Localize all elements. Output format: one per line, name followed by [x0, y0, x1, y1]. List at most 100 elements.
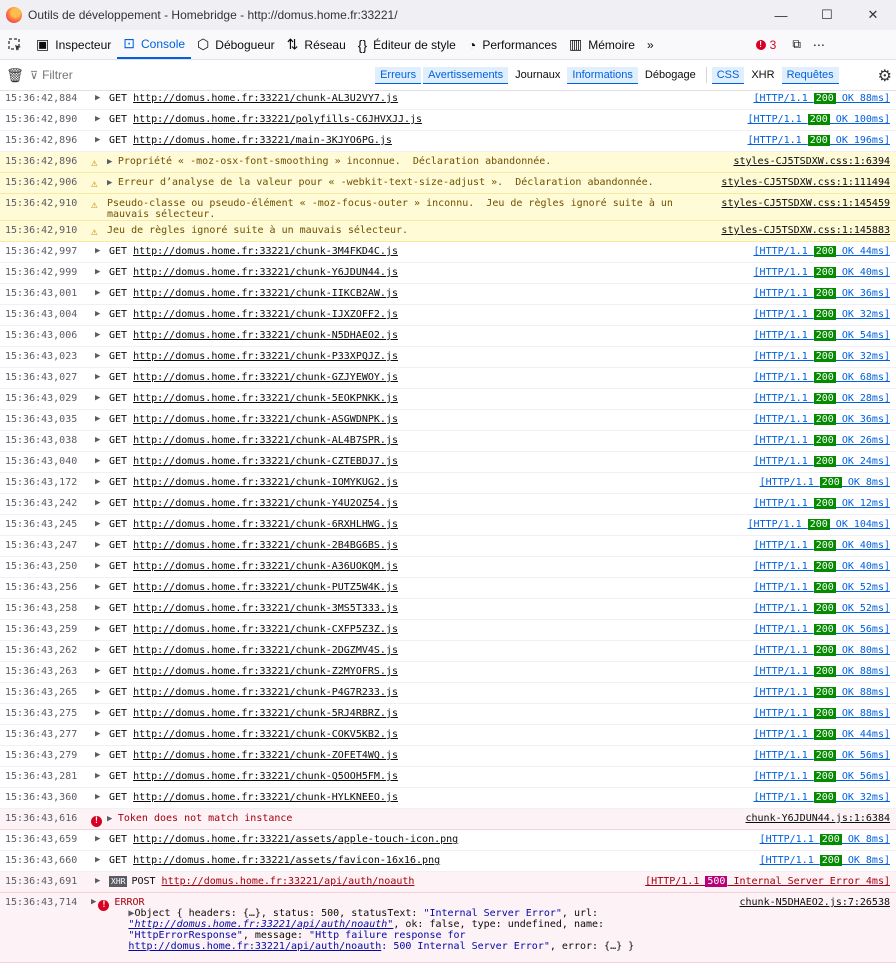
request-status-link[interactable]: [HTTP/1.1 200 OK 88ms] — [754, 687, 890, 698]
tab-performances[interactable]: ◔ Performances — [462, 30, 563, 59]
request-status-link[interactable]: [HTTP/1.1 200 OK 80ms] — [754, 645, 890, 656]
expand-arrow-icon[interactable]: ▶ — [91, 351, 109, 361]
request-url-link[interactable]: http://domus.home.fr:33221/chunk-ZOFET4W… — [133, 750, 398, 761]
expand-arrow-icon[interactable]: ▶ — [91, 834, 109, 844]
request-url-link[interactable]: http://domus.home.fr:33221/chunk-HYLKNEE… — [133, 792, 398, 803]
request-status-link[interactable]: [HTTP/1.1 200 OK 68ms] — [754, 372, 890, 383]
filter-warnings-button[interactable]: Avertissements — [423, 66, 509, 84]
request-url-link[interactable]: http://domus.home.fr:33221/chunk-P33XPQJ… — [133, 351, 398, 362]
request-status-link[interactable]: [HTTP/1.1 200 OK 44ms] — [754, 729, 890, 740]
request-status-link[interactable]: [HTTP/1.1 200 OK 8ms] — [760, 834, 890, 845]
request-url-link[interactable]: http://domus.home.fr:33221/chunk-GZJYEWO… — [133, 372, 398, 383]
filter-css-button[interactable]: CSS — [711, 66, 745, 84]
request-status-link[interactable]: [HTTP/1.1 200 OK 36ms] — [754, 414, 890, 425]
request-status-link[interactable]: [HTTP/1.1 200 OK 196ms] — [748, 135, 890, 146]
request-url-link[interactable]: http://domus.home.fr:33221/chunk-CXFP5Z3… — [133, 624, 398, 635]
maximize-button[interactable]: ☐ — [804, 0, 850, 30]
request-url-link[interactable]: http://domus.home.fr:33221/chunk-Q5OOH5F… — [133, 771, 398, 782]
source-location-link[interactable]: styles-CJ5TSDXW.css:1:111494 — [721, 177, 890, 188]
request-url-link[interactable]: http://domus.home.fr:33221/chunk-IOMYKUG… — [133, 477, 398, 488]
expand-arrow-icon[interactable]: ▶ — [91, 519, 109, 529]
request-url-link[interactable]: http://domus.home.fr:33221/chunk-ASGWDNP… — [133, 414, 398, 425]
expand-arrow-icon[interactable]: ▶ — [91, 135, 109, 145]
request-status-link[interactable]: [HTTP/1.1 200 OK 26ms] — [754, 435, 890, 446]
clear-console-button[interactable]: 🗑 — [0, 67, 30, 84]
overflow-menu-button[interactable]: ⋯ — [807, 30, 831, 59]
request-url-link[interactable]: http://domus.home.fr:33221/chunk-IJXZOFF… — [133, 309, 398, 320]
request-url-link[interactable]: http://domus.home.fr:33221/chunk-Y6JDUN4… — [133, 267, 398, 278]
request-url-link[interactable]: http://domus.home.fr:33221/chunk-5RJ4RBR… — [133, 708, 398, 719]
expand-arrow-icon[interactable]: ▶ — [91, 729, 109, 739]
expand-arrow-icon[interactable]: ▶ — [91, 498, 109, 508]
expand-arrow-icon[interactable]: ▶ — [91, 288, 109, 298]
request-status-link[interactable]: [HTTP/1.1 200 OK 54ms] — [754, 330, 890, 341]
request-status-link[interactable]: [HTTP/1.1 200 OK 32ms] — [754, 309, 890, 320]
expand-arrow-icon[interactable]: ▶ — [91, 666, 109, 676]
expand-arrow-icon[interactable]: ▶ — [91, 771, 109, 781]
expand-arrow-icon[interactable]: ▶ — [91, 540, 109, 550]
filter-debug-button[interactable]: Débogage — [640, 67, 701, 83]
request-status-link[interactable]: [HTTP/1.1 200 OK 100ms] — [748, 114, 890, 125]
tab-editeur-de-style[interactable]: {} Éditeur de style — [352, 30, 462, 59]
request-url-link[interactable]: http://domus.home.fr:33221/chunk-N5DHAEO… — [133, 330, 398, 341]
request-status-link[interactable]: [HTTP/1.1 200 OK 88ms] — [754, 93, 890, 104]
request-status-link[interactable]: [HTTP/1.1 200 OK 28ms] — [754, 393, 890, 404]
expand-arrow-icon[interactable]: ▶ — [91, 372, 109, 382]
request-status-link[interactable]: [HTTP/1.1 200 OK 44ms] — [754, 246, 890, 257]
request-status-link[interactable]: [HTTP/1.1 200 OK 32ms] — [754, 792, 890, 803]
request-status-link[interactable]: [HTTP/1.1 200 OK 32ms] — [754, 351, 890, 362]
more-tabs-button[interactable]: » — [641, 30, 660, 59]
object-url-link[interactable]: "http://domus.home.fr:33221/api/auth/noa… — [128, 919, 393, 930]
filter-logs-button[interactable]: Journaux — [510, 67, 565, 83]
tab-memoire[interactable]: ▥ Mémoire — [563, 30, 641, 59]
request-status-link[interactable]: [HTTP/1.1 200 OK 40ms] — [754, 267, 890, 278]
request-status-link[interactable]: [HTTP/1.1 200 OK 56ms] — [754, 624, 890, 635]
element-picker-button[interactable] — [0, 30, 30, 59]
request-url-link[interactable]: http://domus.home.fr:33221/chunk-3MS5T33… — [133, 603, 398, 614]
close-button[interactable]: ✕ — [850, 0, 896, 30]
request-url-link[interactable]: http://domus.home.fr:33221/assets/apple-… — [133, 834, 458, 845]
request-status-link[interactable]: [HTTP/1.1 500 Internal Server Error 4ms] — [645, 876, 890, 887]
source-location-link[interactable]: chunk-N5DHAEO2.js:7:26538 — [739, 897, 890, 908]
request-url-link[interactable]: http://domus.home.fr:33221/chunk-A36UOKQ… — [133, 561, 398, 572]
tab-debogueur[interactable]: ⬡ Débogueur — [191, 30, 281, 59]
tab-inspecteur[interactable]: ▣ Inspecteur — [30, 30, 117, 59]
request-url-link[interactable]: http://domus.home.fr:33221/api/auth/noau… — [162, 876, 415, 887]
expand-arrow-icon[interactable]: ▶ — [91, 645, 109, 655]
request-status-link[interactable]: [HTTP/1.1 200 OK 52ms] — [754, 603, 890, 614]
request-status-link[interactable]: [HTTP/1.1 200 OK 88ms] — [754, 708, 890, 719]
error-object-preview[interactable]: ▶Object { headers: {…}, status: 500, sta… — [114, 908, 726, 952]
request-url-link[interactable]: http://domus.home.fr:33221/chunk-5EOKPNK… — [133, 393, 398, 404]
request-url-link[interactable]: http://domus.home.fr:33221/chunk-P4G7R23… — [133, 687, 398, 698]
filter-xhr-button[interactable]: XHR — [746, 67, 779, 83]
request-status-link[interactable]: [HTTP/1.1 200 OK 12ms] — [754, 498, 890, 509]
request-url-link[interactable]: http://domus.home.fr:33221/chunk-PUTZ5W4… — [133, 582, 398, 593]
request-url-link[interactable]: http://domus.home.fr:33221/chunk-IIKCB2A… — [133, 288, 398, 299]
expand-arrow-icon[interactable]: ▶ — [91, 309, 109, 319]
expand-arrow-icon[interactable]: ▶ — [91, 897, 96, 907]
request-url-link[interactable]: http://domus.home.fr:33221/main-3KJYO6PG… — [133, 135, 392, 146]
expand-arrow-icon[interactable]: ▶ — [91, 93, 109, 103]
request-status-link[interactable]: [HTTP/1.1 200 OK 40ms] — [754, 540, 890, 551]
expand-arrow-icon[interactable]: ▶ — [91, 330, 109, 340]
request-url-link[interactable]: http://domus.home.fr:33221/chunk-COKV5KB… — [133, 729, 398, 740]
expand-arrow-icon[interactable]: ▶ — [91, 414, 109, 424]
error-count-badge[interactable]: ! 3 — [755, 38, 776, 52]
expand-arrow-icon[interactable]: ▶ — [91, 624, 109, 634]
request-url-link[interactable]: http://domus.home.fr:33221/chunk-6RXHLHW… — [133, 519, 398, 530]
filter-errors-button[interactable]: Erreurs — [375, 66, 422, 84]
request-url-link[interactable]: http://domus.home.fr:33221/assets/favico… — [133, 855, 440, 866]
source-location-link[interactable]: styles-CJ5TSDXW.css:1:145883 — [721, 225, 890, 236]
expand-arrow-icon[interactable]: ▶ — [91, 603, 109, 613]
expand-arrow-icon[interactable]: ▶ — [91, 561, 109, 571]
request-status-link[interactable]: [HTTP/1.1 200 OK 52ms] — [754, 582, 890, 593]
request-url-link[interactable]: http://domus.home.fr:33221/chunk-AL3U2VY… — [133, 93, 398, 104]
dock-button[interactable]: ⧉ — [786, 30, 807, 59]
expand-arrow-icon[interactable]: ▶ — [107, 178, 118, 188]
request-url-link[interactable]: http://domus.home.fr:33221/polyfills-C6J… — [133, 114, 422, 125]
expand-arrow-icon[interactable]: ▶ — [91, 876, 109, 886]
expand-arrow-icon[interactable]: ▶ — [91, 456, 109, 466]
minimize-button[interactable]: — — [758, 0, 804, 30]
request-status-link[interactable]: [HTTP/1.1 200 OK 56ms] — [754, 771, 890, 782]
request-url-link[interactable]: http://domus.home.fr:33221/chunk-CZTEBDJ… — [133, 456, 398, 467]
